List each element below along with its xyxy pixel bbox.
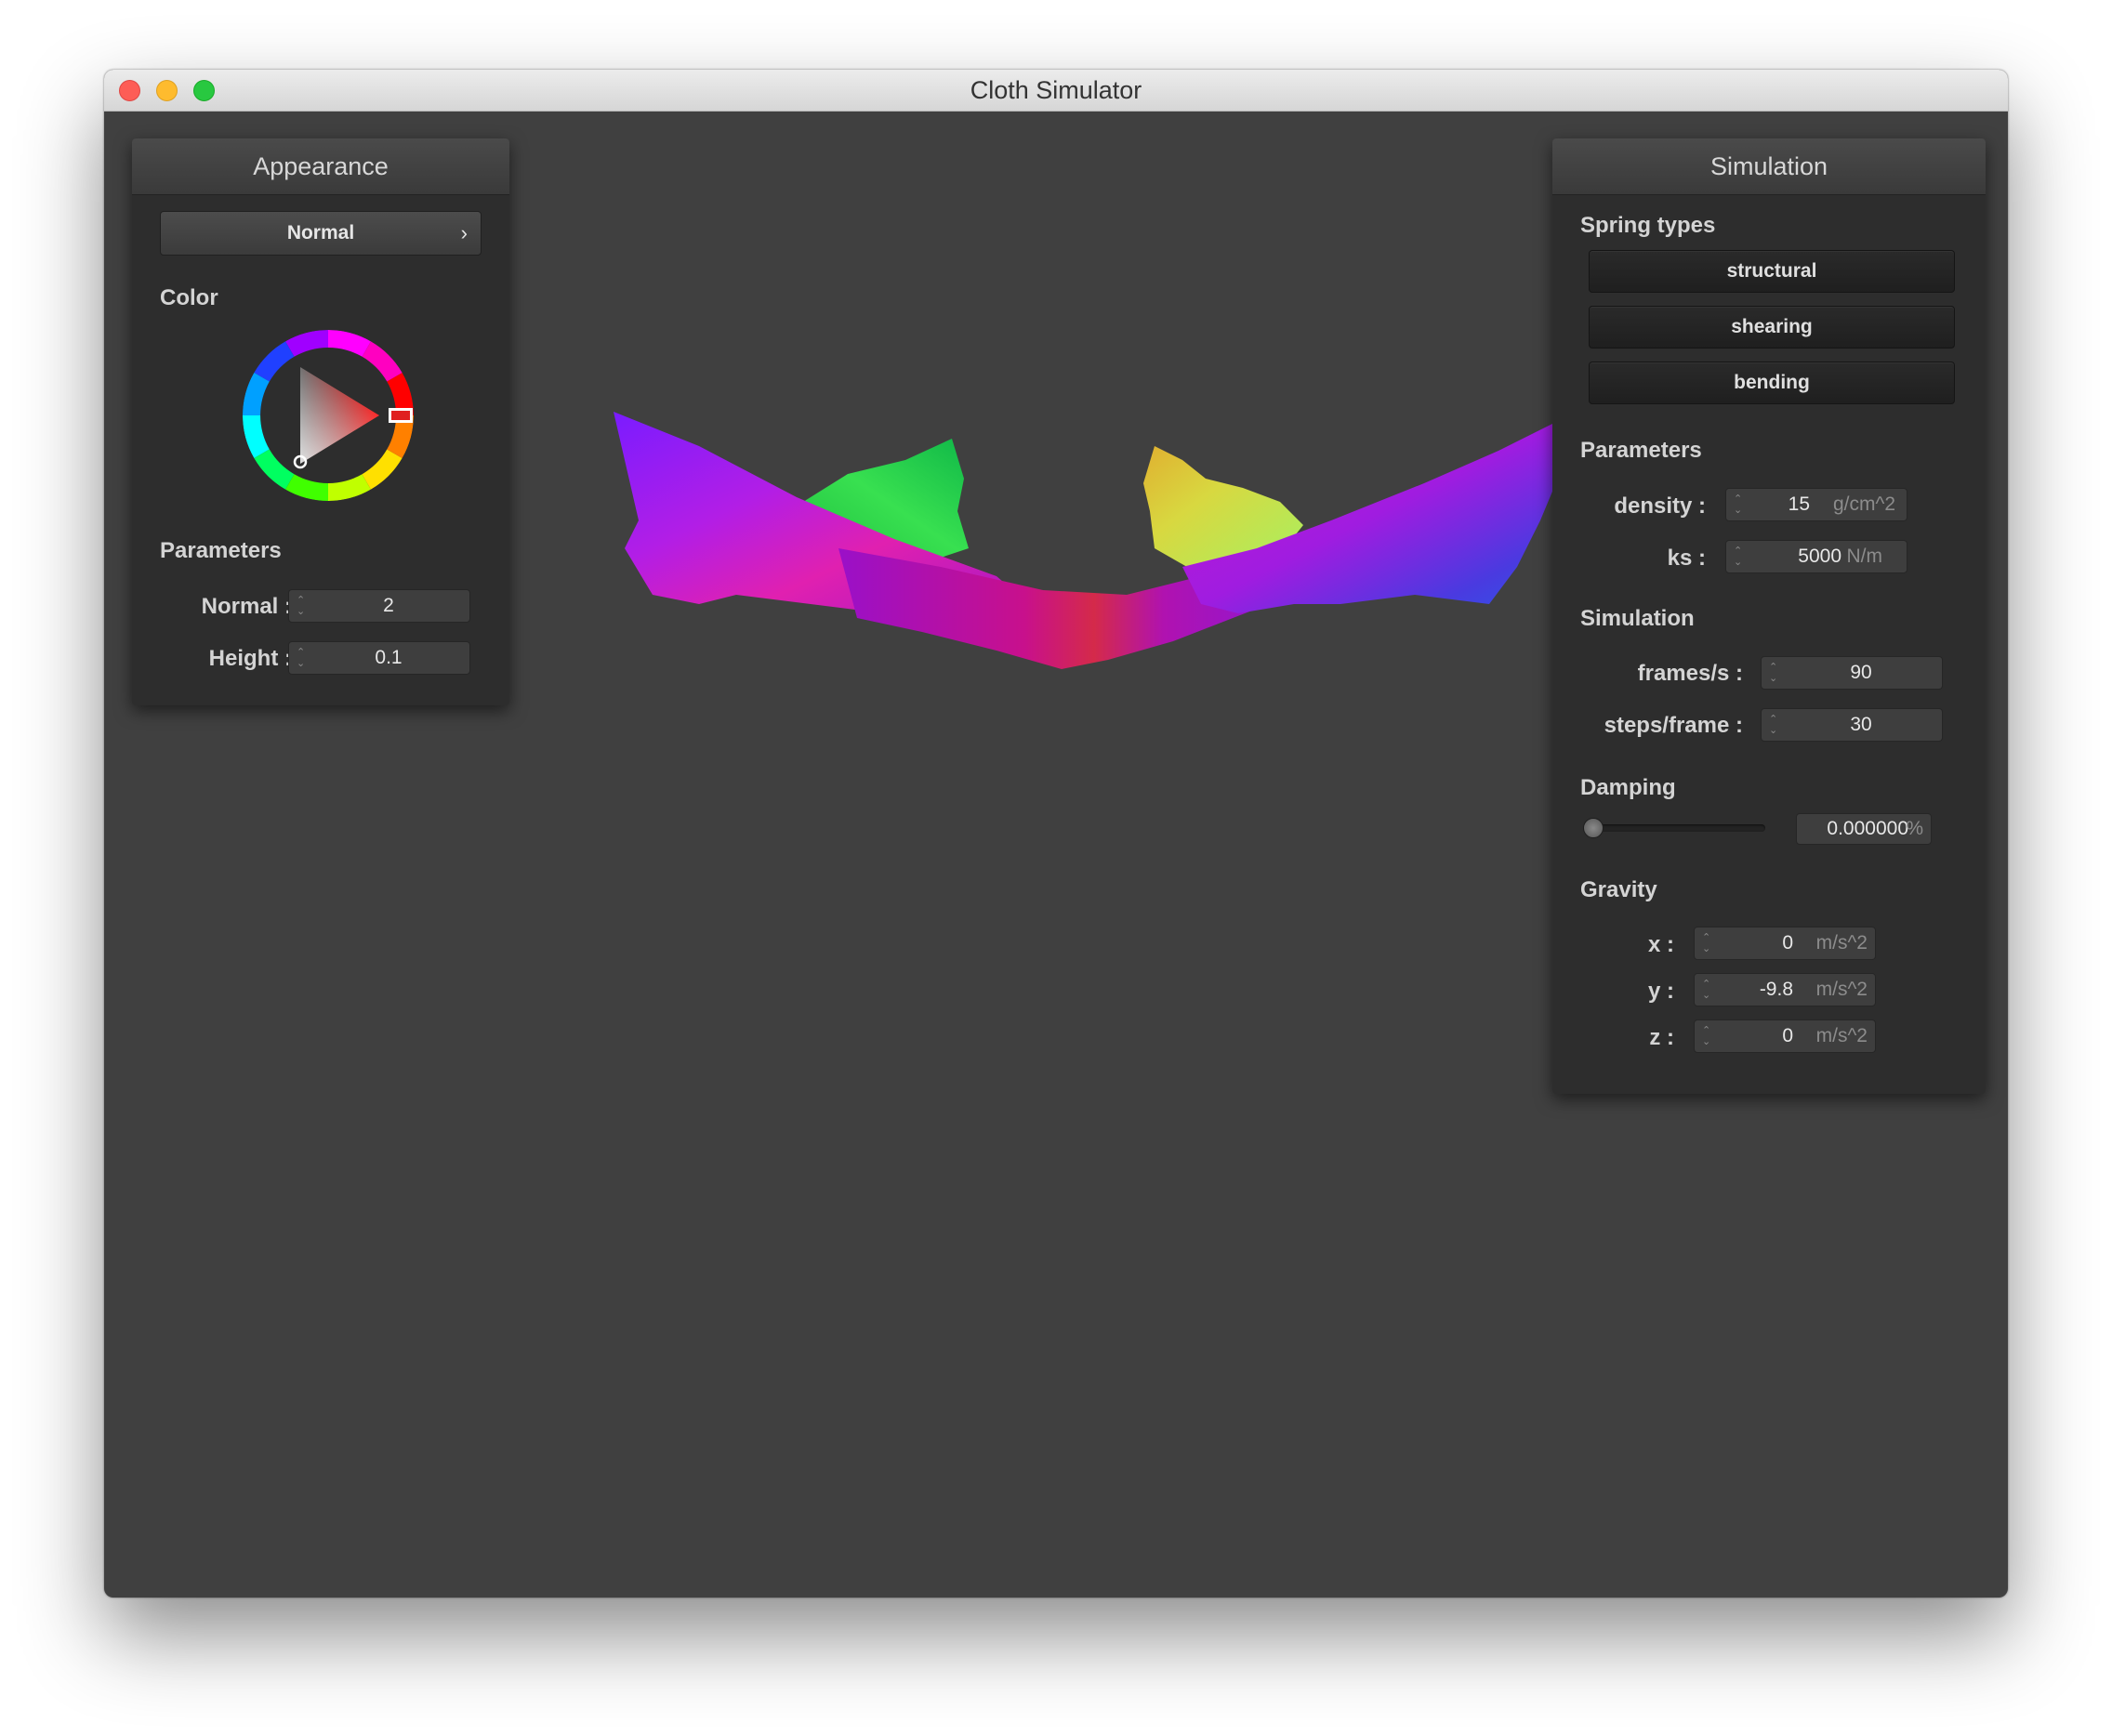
gravity-x-input[interactable]: ⌃ ⌄ 0 m/s^2 <box>1694 927 1876 960</box>
spinner-arrows-icon[interactable]: ⌃ ⌄ <box>1702 974 1713 1006</box>
damping-input[interactable]: 0.000000 % <box>1796 813 1932 845</box>
ks-input[interactable]: ⌃ ⌄ 5000 N/m <box>1725 540 1907 573</box>
gravity-z-input[interactable]: ⌃ ⌄ 0 m/s^2 <box>1694 1019 1876 1053</box>
damping-slider-track[interactable] <box>1589 824 1765 832</box>
damping-label: Damping <box>1580 775 1676 800</box>
gravity-y-label: y : <box>1647 979 1674 1004</box>
structural-toggle[interactable]: structural <box>1589 250 1955 293</box>
appearance-panel: Appearance Normal › Color Parameters Nor… <box>132 138 509 705</box>
app-window: Cloth Simulator Appearance Normal › Colo… <box>104 70 2008 1598</box>
density-input[interactable]: ⌃ ⌄ 15 g/cm^2 <box>1725 488 1907 521</box>
spinner-arrows-icon[interactable]: ⌃ ⌄ <box>1769 709 1780 741</box>
gravity-y-input[interactable]: ⌃ ⌄ -9.8 m/s^2 <box>1694 973 1876 1006</box>
gravity-z-label: z : <box>1649 1025 1674 1050</box>
gravity-z-value: 0 <box>1782 1025 1793 1046</box>
steps-label: steps/frame : <box>1604 713 1743 738</box>
sim-parameters-label: Parameters <box>1580 438 1702 463</box>
ks-unit: N/m <box>1846 546 1883 567</box>
density-value: 15 <box>1788 493 1810 515</box>
spinner-arrows-icon[interactable]: ⌃ ⌄ <box>1734 489 1745 520</box>
appearance-header[interactable]: Appearance <box>132 138 509 195</box>
gravity-label: Gravity <box>1580 877 1657 902</box>
spinner-arrows-icon[interactable]: ⌃ ⌄ <box>1769 657 1780 689</box>
height-input[interactable]: ⌃ ⌄ 0.1 <box>288 641 470 675</box>
ks-value: 5000 <box>1798 546 1841 567</box>
steps-value: 30 <box>1850 714 1872 735</box>
density-unit: g/cm^2 <box>1832 493 1895 515</box>
damping-value: 0.000000 <box>1827 818 1908 839</box>
fps-label: frames/s : <box>1637 661 1743 686</box>
damping-slider-knob[interactable] <box>1583 818 1604 838</box>
normal-value: 2 <box>383 595 394 616</box>
steps-input[interactable]: ⌃ ⌄ 30 <box>1761 708 1943 742</box>
height-label: Height : <box>208 646 292 671</box>
gravity-x-label: x : <box>1647 932 1674 957</box>
damping-unit: % <box>1906 818 1923 839</box>
gravity-x-unit: m/s^2 <box>1815 932 1868 953</box>
gravity-y-value: -9.8 <box>1759 979 1793 1000</box>
spinner-arrows-icon[interactable]: ⌃ ⌄ <box>297 642 308 674</box>
ks-label: ks : <box>1667 546 1706 571</box>
color-label: Color <box>160 285 218 310</box>
fps-input[interactable]: ⌃ ⌄ 90 <box>1761 656 1943 690</box>
window-title: Cloth Simulator <box>970 76 1142 104</box>
shader-dropdown-value: Normal <box>286 222 355 243</box>
gravity-z-unit: m/s^2 <box>1815 1025 1868 1046</box>
normal-input[interactable]: ⌃ ⌄ 2 <box>288 589 470 623</box>
spinner-arrows-icon[interactable]: ⌃ ⌄ <box>1702 1020 1713 1052</box>
density-label: density : <box>1614 493 1706 519</box>
normal-label: Normal : <box>201 594 292 619</box>
chevron-right-icon: › <box>460 221 468 244</box>
spinner-arrows-icon[interactable]: ⌃ ⌄ <box>1734 541 1745 572</box>
spinner-arrows-icon[interactable]: ⌃ ⌄ <box>1702 927 1713 959</box>
appearance-parameters-label: Parameters <box>160 538 282 563</box>
title-bar[interactable]: Cloth Simulator <box>104 70 2008 112</box>
fps-value: 90 <box>1850 662 1872 683</box>
bending-toggle[interactable]: bending <box>1589 362 1955 404</box>
simulation-header[interactable]: Simulation <box>1552 138 1986 195</box>
color-wheel[interactable] <box>240 327 416 504</box>
shearing-toggle[interactable]: shearing <box>1589 306 1955 349</box>
simulation-section-label: Simulation <box>1580 606 1695 631</box>
spinner-arrows-icon[interactable]: ⌃ ⌄ <box>297 590 308 622</box>
height-value: 0.1 <box>375 647 403 668</box>
gravity-x-value: 0 <box>1782 932 1793 953</box>
gravity-y-unit: m/s^2 <box>1815 979 1868 1000</box>
shader-dropdown[interactable]: Normal › <box>160 211 482 256</box>
spring-types-label: Spring types <box>1580 213 1716 238</box>
simulation-panel: Simulation Spring types structural shear… <box>1552 138 1986 1094</box>
